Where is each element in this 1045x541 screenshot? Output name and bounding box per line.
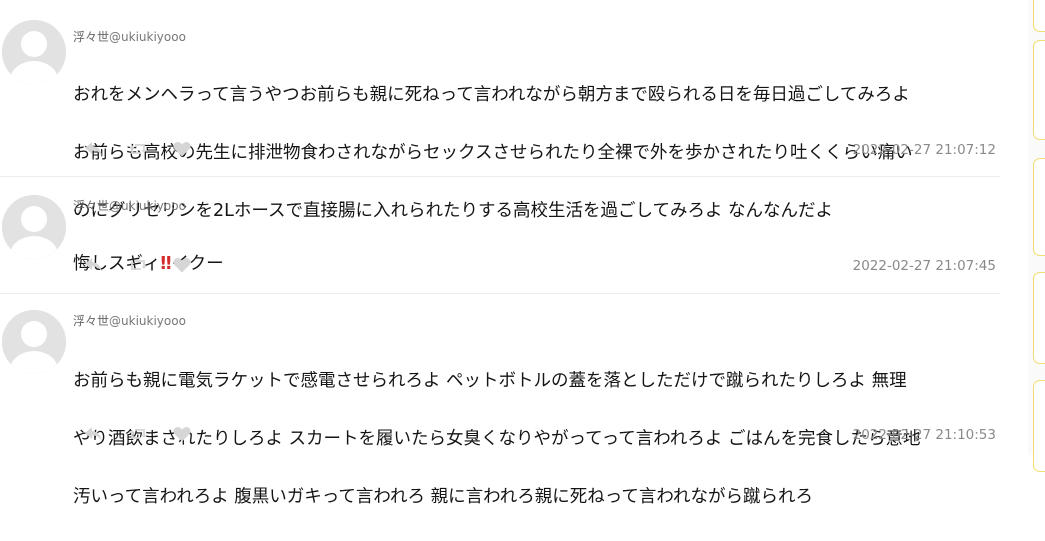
heart-icon[interactable] — [170, 140, 194, 158]
post-author[interactable]: 浮々世@ukiukiyooo — [73, 197, 186, 214]
avatar[interactable] — [2, 195, 66, 259]
post-actions — [82, 140, 194, 158]
repost-icon[interactable] — [126, 140, 150, 158]
post-timestamp: 2022-02-27 21:07:12 — [852, 142, 996, 158]
reply-icon[interactable] — [82, 425, 106, 443]
display-name: 浮々世 — [73, 30, 110, 44]
post-feed: 浮々世@ukiukiyooo おれをメンヘラって言うやつお前らも親に死ねって言わ… — [0, 0, 1000, 507]
reply-icon[interactable] — [82, 140, 106, 158]
user-handle: @ukiukiyooo — [109, 314, 186, 328]
post-author[interactable]: 浮々世@ukiukiyooo — [73, 28, 186, 45]
post-text-line: 汚いって言われろよ 腹黒いガキって言われろ 親に言われろ親に死ねって言われながら… — [73, 487, 813, 507]
post-text-line: おれをメンヘラって言うやつお前らも親に死ねって言われながら朝方まで殴られる日を毎… — [73, 85, 910, 105]
display-name: 浮々世 — [73, 199, 110, 213]
post-actions — [82, 425, 194, 443]
user-handle: @ukiukiyooo — [109, 30, 186, 44]
post-actions — [82, 256, 194, 274]
heart-icon[interactable] — [170, 256, 194, 274]
avatar[interactable] — [2, 20, 66, 84]
user-handle: @ukiukiyooo — [109, 199, 186, 213]
avatar[interactable] — [2, 310, 66, 374]
sidebar-card[interactable] — [1033, 0, 1045, 32]
post-author[interactable]: 浮々世@ukiukiyooo — [73, 312, 186, 329]
post-timestamp: 2022-02-27 21:07:45 — [852, 258, 996, 274]
display-name: 浮々世 — [73, 314, 110, 328]
post: 浮々世@ukiukiyooo おれをメンヘラって言うやつお前らも親に死ねって言わ… — [0, 0, 1000, 221]
reply-icon[interactable] — [82, 256, 106, 274]
post-timestamp: 2022-02-27 21:10:53 — [852, 427, 996, 443]
sidebar-card[interactable] — [1033, 40, 1045, 140]
sidebar-card[interactable] — [1033, 272, 1045, 364]
post: 浮々世@ukiukiyooo お前らも親に電気ラケットで感電させられろよ ペット… — [0, 294, 1000, 507]
post: 浮々世@ukiukiyooo 悔しスギィ‼イクー 2022-02-27 21:0… — [0, 177, 1000, 294]
heart-icon[interactable] — [170, 425, 194, 443]
sidebar-card[interactable] — [1033, 380, 1045, 472]
repost-icon[interactable] — [126, 425, 150, 443]
post-text-line: お前らも親に電気ラケットで感電させられろよ ペットボトルの蓋を落としただけで蹴ら… — [73, 371, 907, 391]
sidebar-card[interactable] — [1033, 158, 1045, 256]
repost-icon[interactable] — [126, 256, 150, 274]
